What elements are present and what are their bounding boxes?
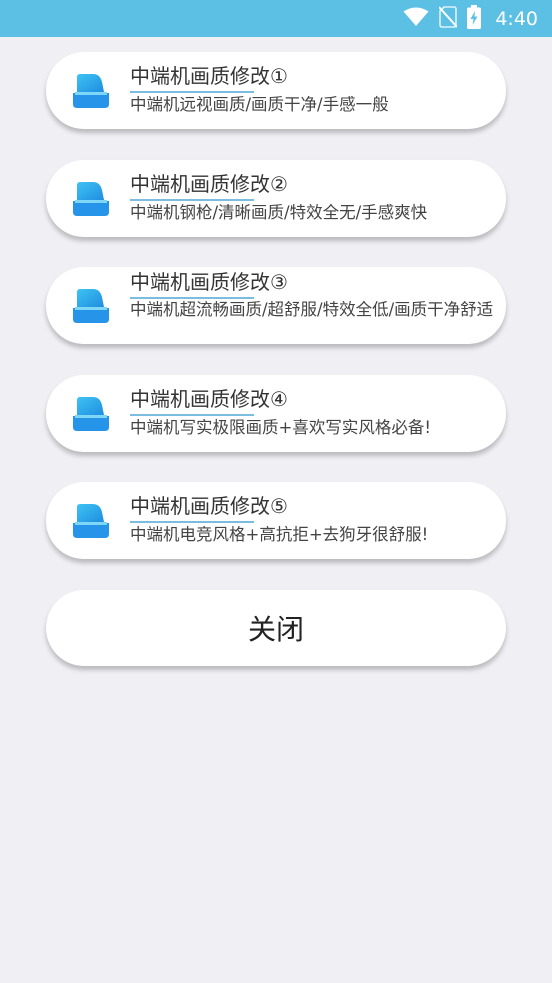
no-sim-icon xyxy=(438,5,459,32)
option-card-4[interactable]: 中端机画质修改④ 中端机写实极限画质+喜欢写实风格必备! xyxy=(46,375,506,452)
option-subtitle: 中端机超流畅画质/超舒服/特效全低/画质干净舒适 xyxy=(130,300,494,319)
option-title: 中端机画质修改⑤ xyxy=(130,494,288,518)
option-card-2[interactable]: 中端机画质修改② 中端机钢枪/清晰画质/特效全无/手感爽快 xyxy=(46,160,506,237)
status-icons: 4:40 xyxy=(403,4,538,33)
card-box-icon xyxy=(73,74,109,108)
close-button-label: 关闭 xyxy=(247,613,304,646)
title-underline xyxy=(130,521,254,523)
status-bar: 4:40 xyxy=(0,0,552,37)
option-subtitle: 中端机写实极限画质+喜欢写实风格必备! xyxy=(130,418,431,437)
title-underline xyxy=(130,297,254,299)
option-subtitle: 中端机钢枪/清晰画质/特效全无/手感爽快 xyxy=(130,203,428,222)
card-box-icon xyxy=(73,504,109,538)
option-card-1[interactable]: 中端机画质修改① 中端机远视画质/画质干净/手感一般 xyxy=(46,52,506,129)
status-time: 4:40 xyxy=(495,7,538,30)
option-title: 中端机画质修改① xyxy=(130,64,288,88)
option-card-3[interactable]: 中端机画质修改③ 中端机超流畅画质/超舒服/特效全低/画质干净舒适 xyxy=(46,267,506,344)
title-underline xyxy=(130,91,254,93)
option-title: 中端机画质修改③ xyxy=(130,270,288,294)
title-underline xyxy=(130,199,254,201)
option-subtitle: 中端机电竞风格+高抗拒+去狗牙很舒服! xyxy=(130,525,429,544)
option-title: 中端机画质修改④ xyxy=(130,387,288,411)
wifi-icon xyxy=(403,7,429,31)
close-button[interactable]: 关闭 xyxy=(46,590,506,666)
card-box-icon xyxy=(73,397,109,431)
card-box-icon xyxy=(73,289,109,323)
option-subtitle: 中端机远视画质/画质干净/手感一般 xyxy=(130,95,389,114)
card-box-icon xyxy=(73,182,109,216)
battery-charging-icon xyxy=(467,4,482,33)
option-title: 中端机画质修改② xyxy=(130,172,288,196)
title-underline xyxy=(130,414,254,416)
option-card-5[interactable]: 中端机画质修改⑤ 中端机电竞风格+高抗拒+去狗牙很舒服! xyxy=(46,482,506,559)
